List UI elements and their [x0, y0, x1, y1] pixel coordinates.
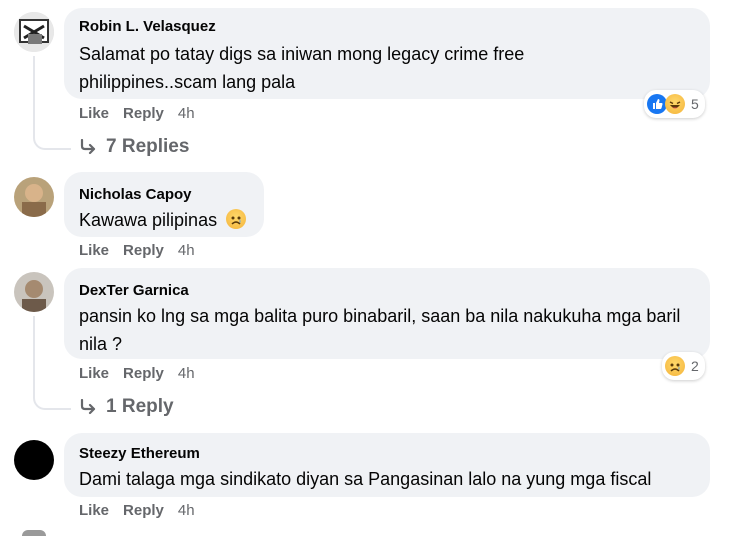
sad-icon — [665, 356, 685, 376]
comment-author[interactable]: Steezy Ethereum — [79, 445, 200, 462]
thread-line — [33, 56, 71, 150]
reaction-summary[interactable]: 5 — [644, 90, 705, 118]
next-comment-avatar-partial — [22, 530, 46, 536]
timestamp[interactable]: 4h — [178, 105, 195, 122]
comment-author[interactable]: Robin L. Velasquez — [79, 18, 216, 35]
comment-author[interactable]: Nicholas Capoy — [79, 186, 192, 203]
avatar[interactable] — [14, 272, 54, 312]
comment-bubble: Nicholas Capoy Kawawa pilipinas — [64, 172, 264, 237]
comment-actions: Like Reply 4h — [79, 502, 195, 519]
reply-button[interactable]: Reply — [123, 365, 164, 382]
reply-button[interactable]: Reply — [123, 242, 164, 259]
comment-text: Salamat po tatay digs sa iniwan mong leg… — [79, 44, 525, 92]
reaction-summary[interactable]: 2 — [662, 352, 705, 380]
reaction-count: 5 — [691, 96, 699, 112]
haha-icon — [665, 94, 685, 114]
thread-line — [33, 316, 71, 410]
reaction-count: 2 — [691, 358, 699, 374]
like-button[interactable]: Like — [79, 502, 109, 519]
reply-arrow-icon — [80, 399, 96, 415]
like-button[interactable]: Like — [79, 242, 109, 259]
view-replies-button[interactable]: 7 Replies — [80, 136, 189, 158]
comment-author[interactable]: DexTer Garnica — [79, 282, 189, 299]
like-icon — [647, 94, 667, 114]
avatar[interactable] — [14, 12, 54, 52]
timestamp[interactable]: 4h — [178, 242, 195, 259]
like-button[interactable]: Like — [79, 105, 109, 122]
comment-bubble: Steezy Ethereum Dami talaga mga sindikat… — [64, 433, 710, 497]
replies-label: 1 Reply — [106, 396, 174, 417]
comment-bubble: DexTer Garnica pansin ko lng sa mga bali… — [64, 268, 710, 359]
like-button[interactable]: Like — [79, 365, 109, 382]
replies-label: 7 Replies — [106, 136, 190, 157]
avatar[interactable] — [14, 440, 54, 480]
avatar[interactable] — [14, 177, 54, 217]
reply-button[interactable]: Reply — [123, 502, 164, 519]
comment-text: Dami talaga mga sindikato diyan sa Panga… — [79, 469, 652, 489]
comment-actions: Like Reply 4h — [79, 242, 195, 259]
comment-text-body: Kawawa pilipinas — [79, 210, 218, 230]
sad-face-icon — [226, 209, 247, 229]
reply-arrow-icon — [80, 139, 96, 155]
comment-bubble: Robin L. Velasquez Salamat po tatay digs… — [64, 8, 710, 99]
view-replies-button[interactable]: 1 Reply — [80, 396, 174, 418]
comment-text: pansin ko lng sa mga balita puro binabar… — [79, 306, 681, 354]
timestamp[interactable]: 4h — [178, 365, 195, 382]
comment-actions: Like Reply 4h — [79, 365, 195, 382]
reply-button[interactable]: Reply — [123, 105, 164, 122]
timestamp[interactable]: 4h — [178, 502, 195, 519]
comment-text: Kawawa pilipinas — [79, 206, 247, 234]
comment-actions: Like Reply 4h — [79, 105, 195, 122]
